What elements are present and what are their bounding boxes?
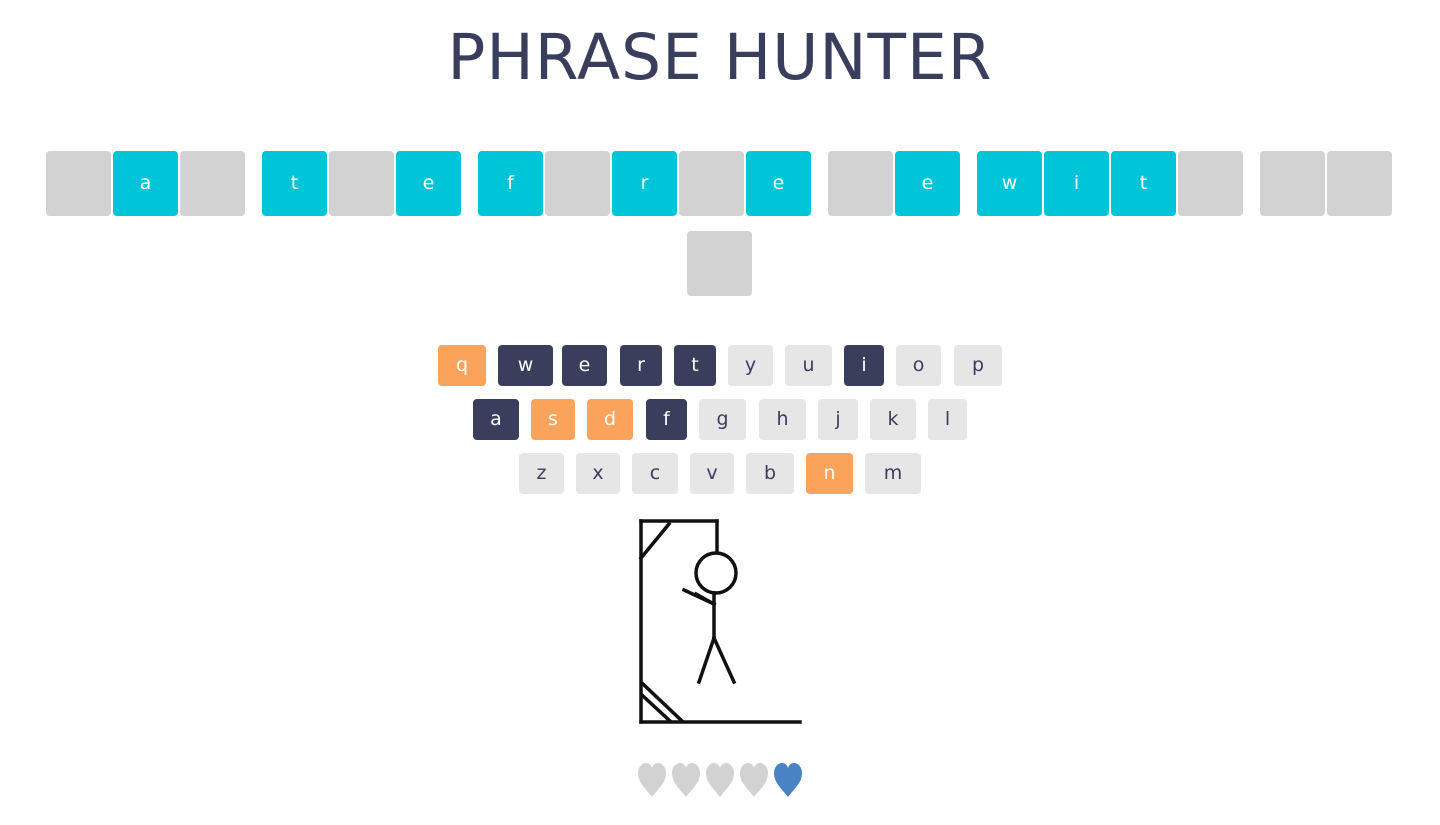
page-title: PHRASE HUNTER: [447, 21, 993, 94]
phrase-letter-tile: t: [262, 151, 327, 216]
phrase-letter-tile: [46, 151, 111, 216]
phrase-letter-tile: [1178, 151, 1243, 216]
key-k[interactable]: k: [870, 399, 916, 440]
phrase-letter-tile: r: [612, 151, 677, 216]
phrase-letter-tile: [329, 151, 394, 216]
key-z[interactable]: z: [519, 453, 564, 494]
phrase-letter-tile: [1260, 151, 1325, 216]
key-p[interactable]: p: [954, 345, 1002, 386]
key-u[interactable]: u: [785, 345, 832, 386]
key-t[interactable]: t: [674, 345, 716, 386]
key-o[interactable]: o: [896, 345, 941, 386]
key-m[interactable]: m: [865, 453, 921, 494]
lost-heart-icon: [740, 763, 768, 797]
phrase-letter-tile: [828, 151, 893, 216]
key-e[interactable]: e: [562, 345, 607, 386]
phrase-letter-tile: i: [1044, 151, 1109, 216]
key-a[interactable]: a: [473, 399, 519, 440]
phrase-letter-tile: a: [113, 151, 178, 216]
key-q[interactable]: q: [438, 345, 486, 386]
key-i[interactable]: i: [844, 345, 884, 386]
key-g[interactable]: g: [699, 399, 746, 440]
key-r[interactable]: r: [620, 345, 662, 386]
key-h[interactable]: h: [759, 399, 806, 440]
key-j[interactable]: j: [818, 399, 858, 440]
key-x[interactable]: x: [576, 453, 620, 494]
key-v[interactable]: v: [690, 453, 734, 494]
phrase-letter-tile: [687, 231, 752, 296]
key-c[interactable]: c: [632, 453, 678, 494]
phrase-letter-tile: t: [1111, 151, 1176, 216]
phrase-letter-tile: [679, 151, 744, 216]
phrase-letter-tile: e: [895, 151, 960, 216]
key-n[interactable]: n: [806, 453, 853, 494]
lost-heart-icon: [672, 763, 700, 797]
hangman-figure-icon: [638, 519, 802, 724]
key-f[interactable]: f: [646, 399, 687, 440]
key-s[interactable]: s: [531, 399, 575, 440]
phrase-letter-tile: w: [977, 151, 1042, 216]
key-w[interactable]: w: [498, 345, 553, 386]
phrase-letter-tile: e: [396, 151, 461, 216]
lost-heart-icon: [638, 763, 666, 797]
phrase-letter-tile: [545, 151, 610, 216]
live-heart-icon: [774, 763, 802, 797]
key-d[interactable]: d: [587, 399, 633, 440]
phrase-letter-tile: e: [746, 151, 811, 216]
phrase-letter-tile: f: [478, 151, 543, 216]
key-l[interactable]: l: [928, 399, 967, 440]
phrase-letter-tile: [1327, 151, 1392, 216]
lost-heart-icon: [706, 763, 734, 797]
key-b[interactable]: b: [746, 453, 794, 494]
key-y[interactable]: y: [728, 345, 773, 386]
phrase-letter-tile: [180, 151, 245, 216]
